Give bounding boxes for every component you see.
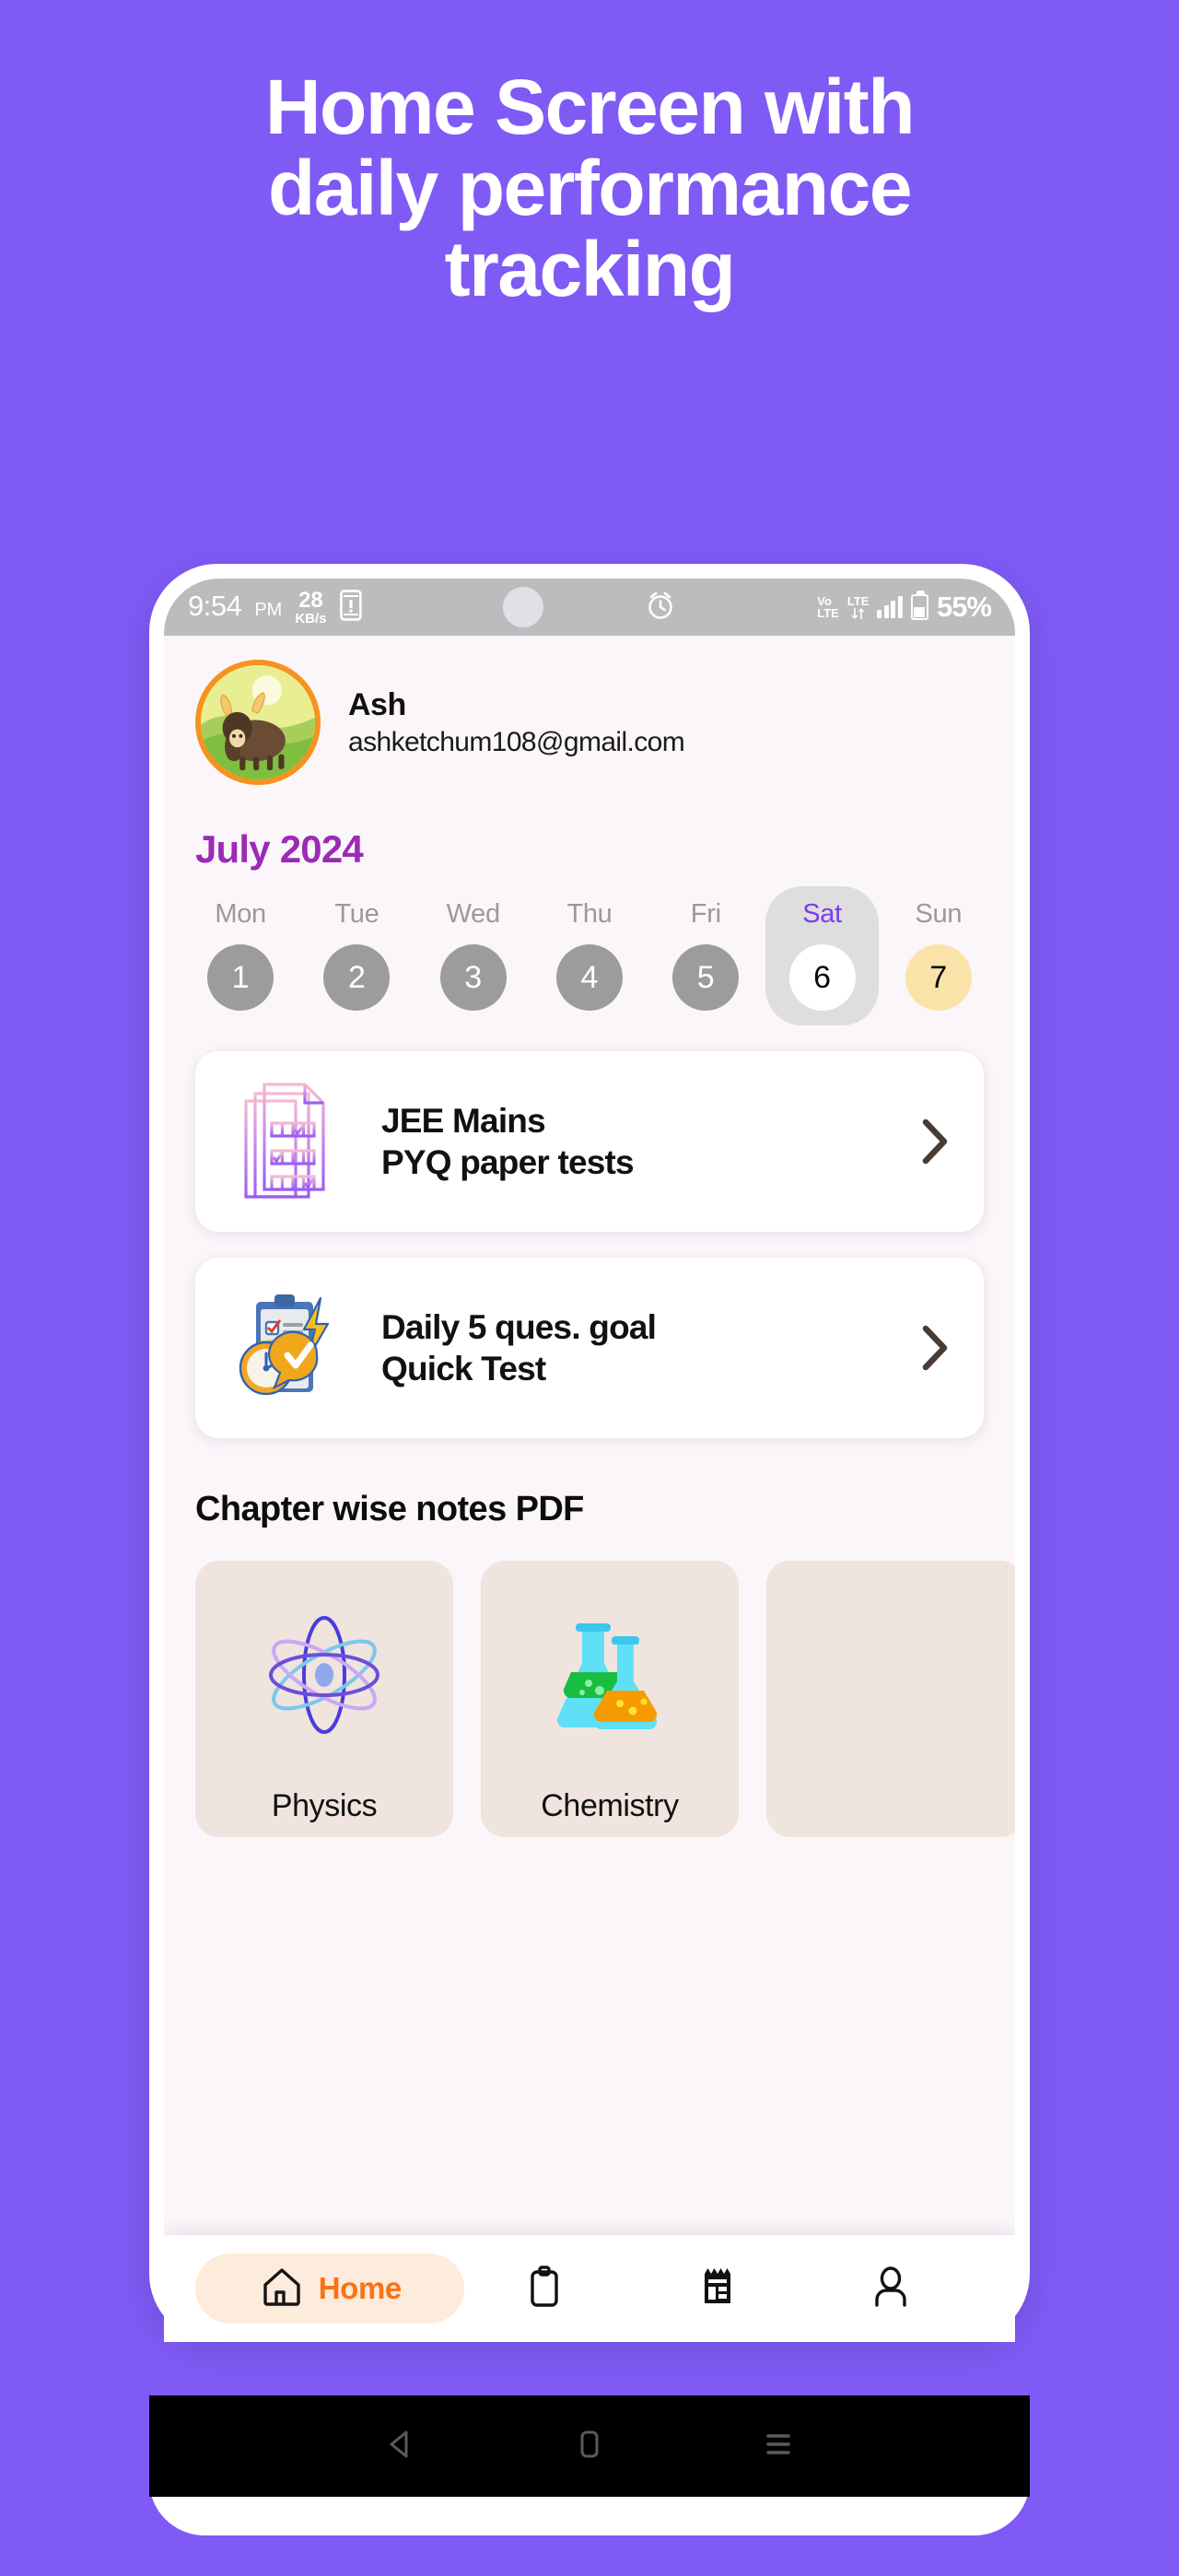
calendar-week-row: Mon 1 Tue 2 Wed 3 Thu 4 Fri 5 Sat 6 Sun … [164, 872, 1015, 1025]
quick-test-card[interactable]: Daily 5 ques. goal Quick Test [195, 1258, 984, 1438]
calendar-date-number: 1 [207, 944, 274, 1011]
calendar-day-wed[interactable]: Wed 3 [417, 886, 530, 1025]
person-icon [867, 2263, 915, 2315]
status-bar: 9:54 PM 28 KB/s Vo LTE LTE 55% [164, 579, 1015, 636]
calendar-day-thu[interactable]: Thu 4 [533, 886, 646, 1025]
jee-mains-card-line2: PYQ paper tests [381, 1143, 635, 1181]
calendar-dow-label: Fri [690, 899, 721, 929]
calendar-date-number: 4 [555, 944, 623, 1011]
calendar-day-sat[interactable]: Sat 6 [765, 886, 879, 1025]
promo-line-2: daily performance [267, 145, 913, 232]
phone-screen: 9:54 PM 28 KB/s Vo LTE LTE 55% Ash ashke… [164, 579, 1015, 2342]
notes-card-peek-icon [766, 1561, 1015, 1824]
profile-email: ashketchum108@gmail.com [348, 726, 685, 757]
calendar-date-number: 3 [439, 944, 507, 1011]
notes-card-next-peek[interactable] [766, 1561, 1015, 1837]
calendar-date-number: 5 [672, 944, 740, 1011]
profile-text: Ash ashketchum108@gmail.com [348, 686, 685, 758]
volte-icon: Vo LTE [817, 595, 839, 619]
promo-heading: Home Screen with daily performance track… [0, 66, 1179, 310]
calendar-dow-label: Wed [446, 899, 501, 929]
calendar-dow-label: Tue [334, 899, 379, 929]
avatar[interactable] [195, 660, 321, 785]
lte-data-arrows-icon: LTE [846, 593, 870, 620]
quick-test-card-line2: Quick Test [381, 1350, 546, 1388]
jee-mains-card-text: JEE Mains PYQ paper tests [381, 1100, 882, 1183]
calendar-date-number: 6 [788, 944, 856, 1011]
chevron-right-icon[interactable] [914, 1117, 956, 1166]
notes-section-title: Chapter wise notes PDF [195, 1490, 584, 1528]
notes-card-label: Chemistry [541, 1788, 679, 1823]
notes-card-chemistry[interactable]: Chemistry [481, 1561, 739, 1837]
jee-mains-card-line1: JEE Mains [381, 1101, 546, 1140]
calendar-dow-label: Mon [215, 899, 266, 929]
clipboard-icon [520, 2263, 568, 2315]
volte-line-2: LTE [817, 606, 839, 620]
notes-calendar-icon [694, 2263, 741, 2315]
nav-item-notes[interactable] [637, 2254, 811, 2324]
promo-line-1: Home Screen with [264, 64, 916, 150]
data-rate-unit: KB/s [295, 610, 327, 626]
phone-mockup: 9:54 PM 28 KB/s Vo LTE LTE 55% Ash ashke… [149, 564, 1030, 2342]
camera-cutout-icon [502, 587, 543, 627]
calendar-day-tue[interactable]: Tue 2 [300, 886, 413, 1025]
calendar-day-sun[interactable]: Sun 7 [882, 886, 995, 1025]
battery-icon [910, 591, 928, 620]
nav-item-home[interactable]: Home [195, 2254, 464, 2324]
quick-test-card-text: Daily 5 ques. goal Quick Test [381, 1306, 882, 1389]
nav-item-profile[interactable] [811, 2254, 984, 2324]
alarm-clock-icon [645, 590, 676, 626]
status-bar-center [362, 587, 818, 627]
quick-test-card-line1: Daily 5 ques. goal [381, 1307, 657, 1346]
lte-label: LTE [846, 593, 870, 608]
status-bar-left: 9:54 PM 28 KB/s [188, 587, 362, 626]
signal-bars-icon [877, 596, 903, 618]
calendar-day-mon[interactable]: Mon 1 [184, 886, 297, 1025]
battery-percent: 55% [936, 591, 992, 623]
profile-header[interactable]: Ash ashketchum108@gmail.com [164, 636, 1015, 785]
promo-line-3: tracking [444, 226, 736, 313]
atom-icon [195, 1561, 453, 1788]
back-triangle-icon[interactable] [379, 2423, 422, 2470]
data-rate-value: 28 [298, 587, 323, 613]
flasks-icon [481, 1561, 739, 1788]
recents-lines-icon[interactable] [757, 2423, 800, 2470]
calendar-dow-label: Sun [915, 899, 963, 929]
calendar-dow-label: Sat [802, 899, 842, 929]
home-square-icon[interactable] [568, 2423, 611, 2470]
data-rate: 28 KB/s [295, 587, 327, 626]
phone-alert-icon [339, 589, 362, 626]
chevron-right-icon[interactable] [914, 1323, 956, 1373]
profile-name: Ash [348, 686, 406, 722]
notes-card-label: Physics [271, 1788, 378, 1823]
app-content: Ash ashketchum108@gmail.com July 2024 Mo… [164, 636, 1015, 2342]
bottom-navigation: Home [164, 2235, 1015, 2342]
android-nav-bar [149, 2395, 1030, 2497]
notes-card-physics[interactable]: Physics [195, 1561, 453, 1837]
jee-mains-card[interactable]: JEE Mains PYQ paper tests [195, 1051, 984, 1232]
nav-item-home-label: Home [318, 2271, 402, 2305]
paper-stack-checklist-icon [228, 1077, 350, 1206]
calendar-date-number: 7 [905, 944, 972, 1011]
status-bar-right: Vo LTE LTE 55% [817, 591, 992, 624]
status-time: 9:54 [188, 589, 242, 622]
clipboard-stopwatch-check-icon [228, 1283, 350, 1412]
home-icon [258, 2263, 306, 2315]
calendar-month-title: July 2024 [195, 827, 364, 871]
nav-item-tests[interactable] [464, 2254, 637, 2324]
notes-card-row[interactable]: Physics Chemistry [164, 1529, 1015, 1837]
calendar-date-number: 2 [323, 944, 391, 1011]
calendar-dow-label: Thu [566, 899, 613, 929]
status-ampm: PM [254, 599, 283, 620]
calendar-day-fri[interactable]: Fri 5 [649, 886, 762, 1025]
